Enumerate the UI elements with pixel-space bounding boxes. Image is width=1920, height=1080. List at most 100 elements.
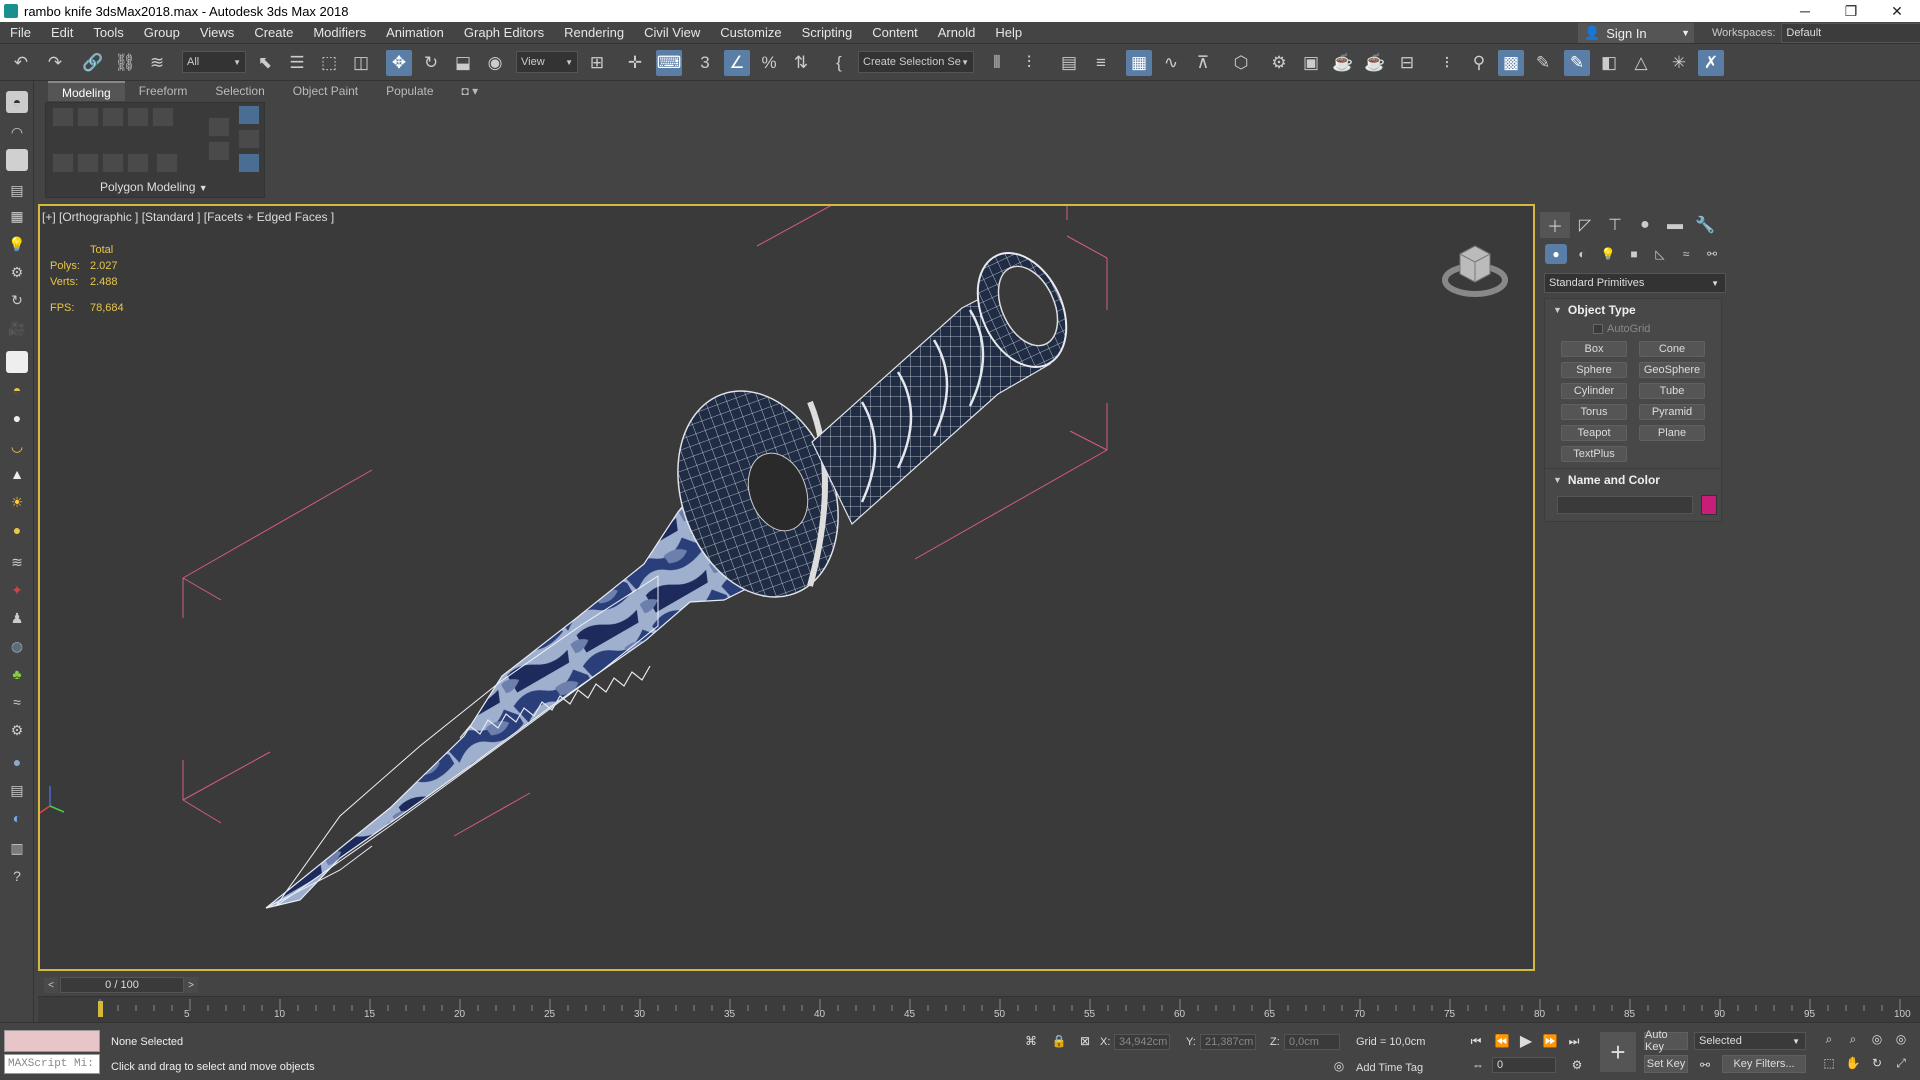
- ref-coord-dropdown[interactable]: View ▼: [516, 51, 578, 73]
- key-mode-icon[interactable]: ⇔: [1470, 1056, 1486, 1074]
- key-filters-icon[interactable]: ⚯: [1696, 1056, 1714, 1074]
- bowl-icon[interactable]: ◡: [6, 435, 28, 457]
- toggle-ribbon-icon[interactable]: ▦: [1126, 50, 1152, 76]
- curve-editor-icon[interactable]: ∿: [1158, 50, 1184, 76]
- snowflake-icon[interactable]: ✳: [1666, 50, 1692, 76]
- current-frame-field[interactable]: 0: [1492, 1057, 1556, 1073]
- field-of-view-icon[interactable]: ⬚: [1820, 1054, 1838, 1072]
- edge-icon[interactable]: [77, 107, 99, 127]
- ribbon-options-icon[interactable]: ◘ ▾: [448, 81, 493, 101]
- helpers-icon[interactable]: ◺: [1649, 244, 1671, 264]
- zoom-all-icon[interactable]: ⌕: [1844, 1030, 1862, 1048]
- goto-start-icon[interactable]: ⏮: [1466, 1032, 1486, 1050]
- redo-icon[interactable]: ↷: [42, 50, 68, 76]
- align-icon[interactable]: ⫶: [1016, 50, 1042, 76]
- select-object-icon[interactable]: ⬉: [252, 50, 278, 76]
- window-crossing-icon[interactable]: ◫: [348, 50, 374, 76]
- box-button[interactable]: Box: [1561, 341, 1627, 357]
- menu-help[interactable]: Help: [985, 25, 1032, 40]
- prev-frame-arrow-icon[interactable]: <: [44, 977, 58, 993]
- menu-content[interactable]: Content: [862, 25, 928, 40]
- teapot-button[interactable]: Teapot: [1561, 425, 1627, 441]
- isolate-selection-icon[interactable]: ⌘: [1022, 1032, 1040, 1050]
- play-icon[interactable]: ▶: [1516, 1032, 1536, 1050]
- utilities-tab-icon[interactable]: 🔧: [1690, 212, 1720, 238]
- z-coordinate-field[interactable]: 0,0cm: [1284, 1034, 1340, 1050]
- tab-populate[interactable]: Populate: [372, 81, 447, 101]
- edit-icon[interactable]: ✎: [1530, 50, 1556, 76]
- track-bar[interactable]: 5 10 15 20 25 30 35 40 45 50 55 60 65 70 75 80 85 90 95 100: [38, 996, 1920, 1022]
- layer-explorer-icon[interactable]: ≡: [1088, 50, 1114, 76]
- zoom-icon[interactable]: ⌕: [1820, 1030, 1838, 1048]
- modify-mode-icon[interactable]: [52, 153, 74, 173]
- list-icon[interactable]: ▤: [6, 179, 28, 201]
- edit-mode-icon[interactable]: ✎: [1564, 50, 1590, 76]
- shape-icon[interactable]: ◠: [6, 121, 28, 143]
- plane-button[interactable]: Plane: [1639, 425, 1705, 441]
- modify-tab-icon[interactable]: ◸: [1570, 212, 1600, 238]
- space-warps-icon[interactable]: ≈: [1675, 244, 1697, 264]
- auto-key-button[interactable]: Auto Key: [1644, 1029, 1688, 1053]
- maxscript-mini-listener[interactable]: MAXScript Mi:: [4, 1054, 100, 1074]
- schematic-view-icon[interactable]: ⊼: [1190, 50, 1216, 76]
- render-setup-icon[interactable]: ⚙: [1266, 50, 1292, 76]
- unlink-icon[interactable]: ⛓: [112, 50, 138, 76]
- cone-icon[interactable]: ▲: [6, 463, 28, 485]
- workspace-dropdown[interactable]: Default: [1781, 23, 1920, 43]
- name-and-color-header[interactable]: ▼ Name and Color: [1545, 469, 1721, 491]
- pin-stack-icon[interactable]: [238, 153, 260, 173]
- selection-lock-icon[interactable]: 🔒: [1050, 1032, 1068, 1050]
- geosphere-button[interactable]: GeoSphere: [1639, 362, 1705, 378]
- menu-customize[interactable]: Customize: [710, 25, 791, 40]
- zoom-extents-all-icon[interactable]: ◎: [1892, 1030, 1910, 1048]
- bind-space-warp-icon[interactable]: ≋: [144, 50, 170, 76]
- textplus-button[interactable]: TextPlus: [1561, 446, 1627, 462]
- autogrid-checkbox[interactable]: AutoGrid: [1545, 321, 1721, 337]
- globe-icon[interactable]: ◍: [6, 635, 28, 657]
- particle-icon[interactable]: ✦: [6, 579, 28, 601]
- pyramid-button[interactable]: Pyramid: [1639, 404, 1705, 420]
- object-name-input[interactable]: [1557, 496, 1693, 514]
- camera-icon[interactable]: 🎥: [6, 317, 28, 339]
- primitive-category-dropdown[interactable]: Standard Primitives ▼: [1544, 273, 1726, 293]
- unwrap-icon[interactable]: △: [1628, 50, 1654, 76]
- stack-icon[interactable]: [77, 153, 99, 173]
- y-coordinate-field[interactable]: 21,387cm: [1200, 1034, 1256, 1050]
- scene-explorer-icon[interactable]: ▤: [1056, 50, 1082, 76]
- remove-modifier-icon[interactable]: [156, 153, 178, 173]
- motion-tab-icon[interactable]: ●: [1630, 212, 1660, 238]
- menu-file[interactable]: File: [0, 25, 41, 40]
- make-unique-icon[interactable]: [127, 153, 149, 173]
- menu-edit[interactable]: Edit: [41, 25, 83, 40]
- rotate-icon[interactable]: ↻: [418, 50, 444, 76]
- menu-scripting[interactable]: Scripting: [792, 25, 863, 40]
- time-slider[interactable]: 0 / 100: [60, 977, 184, 993]
- gear-icon[interactable]: ⚙: [6, 719, 28, 741]
- display-tab-icon[interactable]: ▬: [1660, 212, 1690, 238]
- viewcube[interactable]: [1440, 234, 1510, 304]
- rig-icon[interactable]: ♟: [6, 607, 28, 629]
- move-icon[interactable]: ✥: [386, 50, 412, 76]
- help-icon[interactable]: ?: [6, 865, 28, 887]
- object-color-swatch[interactable]: [1701, 495, 1717, 515]
- tube-button[interactable]: Tube: [1639, 383, 1705, 399]
- placement-icon[interactable]: ◉: [482, 50, 508, 76]
- polygon-modeling-dropdown[interactable]: Polygon Modeling ▼: [100, 180, 208, 194]
- render-activeshade-icon[interactable]: ⊟: [1394, 50, 1420, 76]
- helpers-icon[interactable]: ⚙: [6, 261, 28, 283]
- xref-icon[interactable]: ✗: [1698, 50, 1724, 76]
- cylinder-button[interactable]: Cylinder: [1561, 383, 1627, 399]
- menu-arnold[interactable]: Arnold: [928, 25, 986, 40]
- foliage-icon[interactable]: ♣: [6, 663, 28, 685]
- show-end-icon[interactable]: [102, 153, 124, 173]
- tab-selection[interactable]: Selection: [201, 81, 278, 101]
- link-icon[interactable]: 🔗: [80, 50, 106, 76]
- menu-create[interactable]: Create: [244, 25, 303, 40]
- shapes-icon[interactable]: ◐: [1571, 244, 1593, 264]
- angle-snap-icon[interactable]: ∠: [724, 50, 750, 76]
- create-tab-icon[interactable]: ＋: [1540, 212, 1570, 238]
- cone-button[interactable]: Cone: [1639, 341, 1705, 357]
- restore-button[interactable]: ❐: [1828, 0, 1874, 22]
- plane-icon[interactable]: [6, 351, 28, 373]
- snaps-toggle-icon[interactable]: 3: [692, 50, 718, 76]
